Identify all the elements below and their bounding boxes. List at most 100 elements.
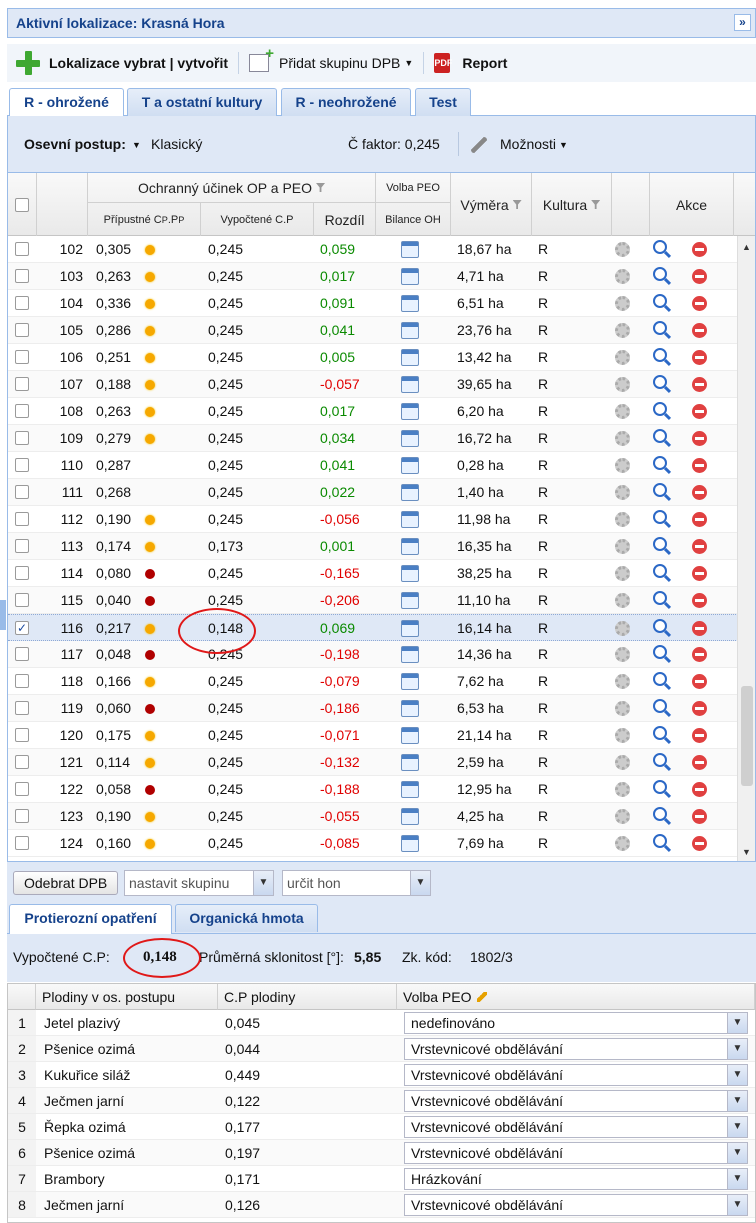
remove-icon[interactable] bbox=[692, 269, 707, 284]
table-row[interactable]: 113 0,174 0,173 0,001 16,35 ha R bbox=[8, 533, 738, 560]
remove-icon[interactable] bbox=[692, 593, 707, 608]
row-checkbox[interactable] bbox=[15, 377, 29, 391]
zoom-in-icon[interactable] bbox=[653, 294, 667, 308]
table-row[interactable]: 106 0,251 0,245 0,005 13,42 ha R bbox=[8, 344, 738, 371]
gear-icon[interactable] bbox=[615, 593, 630, 608]
table-row[interactable]: 103 0,263 0,245 0,017 4,71 ha R bbox=[8, 263, 738, 290]
scroll-down-icon[interactable]: ▼ bbox=[742, 847, 751, 857]
gear-icon[interactable] bbox=[615, 512, 630, 527]
zoom-in-icon[interactable] bbox=[653, 645, 667, 659]
remove-icon[interactable] bbox=[692, 377, 707, 392]
scroll-thumb[interactable] bbox=[741, 686, 753, 786]
gear-icon[interactable] bbox=[615, 269, 630, 284]
calendar-icon[interactable] bbox=[401, 808, 419, 825]
tab-t-ostatni[interactable]: T a ostatní kultury bbox=[127, 88, 277, 116]
remove-icon[interactable] bbox=[692, 674, 707, 689]
calendar-icon[interactable] bbox=[401, 349, 419, 366]
remove-icon[interactable] bbox=[692, 242, 707, 257]
peo-select[interactable]: Vrstevnicové obdělávání ▼ bbox=[404, 1064, 748, 1086]
calendar-icon[interactable] bbox=[401, 565, 419, 582]
zoom-in-icon[interactable] bbox=[653, 591, 667, 605]
chevron-down-icon[interactable]: ▼ bbox=[727, 1091, 747, 1111]
chevron-down-icon[interactable]: ▼ bbox=[727, 1169, 747, 1189]
zoom-in-icon[interactable] bbox=[653, 753, 667, 767]
filter-icon[interactable] bbox=[591, 200, 601, 209]
row-checkbox[interactable] bbox=[15, 431, 29, 445]
zoom-in-icon[interactable] bbox=[653, 564, 667, 578]
zoom-in-icon[interactable] bbox=[653, 619, 667, 633]
gear-icon[interactable] bbox=[615, 404, 630, 419]
grid-scrollbar[interactable]: ▲ ▼ bbox=[737, 236, 755, 861]
crop-header-cp[interactable]: C.P plodiny bbox=[218, 984, 397, 1010]
remove-icon[interactable] bbox=[692, 350, 707, 365]
gear-icon[interactable] bbox=[615, 782, 630, 797]
gear-icon[interactable] bbox=[615, 296, 630, 311]
chevron-down-icon[interactable]: ▼ bbox=[727, 1039, 747, 1059]
remove-icon[interactable] bbox=[692, 728, 707, 743]
row-checkbox[interactable]: ✓ bbox=[15, 621, 29, 635]
gear-icon[interactable] bbox=[615, 836, 630, 851]
localize-button[interactable]: Lokalizace vybrat | vytvořit bbox=[15, 50, 228, 76]
table-row[interactable]: 121 0,114 0,245 -0,132 2,59 ha R bbox=[8, 749, 738, 776]
crop-header-crop[interactable]: Plodiny v os. postupu bbox=[36, 984, 218, 1010]
remove-icon[interactable] bbox=[692, 782, 707, 797]
peo-select[interactable]: Vrstevnicové obdělávání ▼ bbox=[404, 1090, 748, 1112]
row-checkbox[interactable] bbox=[15, 836, 29, 850]
remove-icon[interactable] bbox=[692, 458, 707, 473]
calendar-icon[interactable] bbox=[401, 835, 419, 852]
table-row[interactable]: 117 0,048 0,245 -0,198 14,36 ha R bbox=[8, 641, 738, 668]
chevron-down-icon[interactable]: ▼ bbox=[727, 1143, 747, 1163]
zoom-in-icon[interactable] bbox=[653, 780, 667, 794]
remove-icon[interactable] bbox=[692, 431, 707, 446]
list-item[interactable]: 7 Brambory 0,171 Hrázkování ▼ bbox=[8, 1166, 755, 1192]
row-checkbox[interactable] bbox=[15, 350, 29, 364]
scroll-up-icon[interactable]: ▲ bbox=[742, 242, 751, 252]
calendar-icon[interactable] bbox=[401, 700, 419, 717]
calendar-icon[interactable] bbox=[401, 673, 419, 690]
zoom-in-icon[interactable] bbox=[653, 699, 667, 713]
list-item[interactable]: 6 Pšenice ozimá 0,197 Vrstevnicové obdělává… bbox=[8, 1140, 755, 1166]
gear-icon[interactable] bbox=[615, 621, 630, 636]
zoom-in-icon[interactable] bbox=[653, 483, 667, 497]
row-checkbox[interactable] bbox=[15, 728, 29, 742]
row-checkbox[interactable] bbox=[15, 485, 29, 499]
row-checkbox[interactable] bbox=[15, 809, 29, 823]
row-checkbox[interactable] bbox=[15, 512, 29, 526]
row-checkbox[interactable] bbox=[15, 269, 29, 283]
remove-icon[interactable] bbox=[692, 701, 707, 716]
row-checkbox[interactable] bbox=[15, 458, 29, 472]
calendar-icon[interactable] bbox=[401, 430, 419, 447]
filter-icon[interactable] bbox=[316, 183, 326, 192]
row-checkbox[interactable] bbox=[15, 539, 29, 553]
calendar-icon[interactable] bbox=[401, 620, 419, 637]
row-checkbox[interactable] bbox=[15, 242, 29, 256]
remove-icon[interactable] bbox=[692, 539, 707, 554]
remove-icon[interactable] bbox=[692, 647, 707, 662]
row-checkbox[interactable] bbox=[15, 404, 29, 418]
table-row[interactable]: 120 0,175 0,245 -0,071 21,14 ha R bbox=[8, 722, 738, 749]
calendar-icon[interactable] bbox=[401, 538, 419, 555]
calendar-icon[interactable] bbox=[401, 754, 419, 771]
chevron-down-icon[interactable]: ▼ bbox=[727, 1013, 747, 1033]
gear-icon[interactable] bbox=[615, 485, 630, 500]
list-item[interactable]: 8 Ječmen jarní 0,126 Vrstevnicové obděláván… bbox=[8, 1192, 755, 1218]
collapse-icon[interactable]: » bbox=[734, 14, 751, 31]
tab-r-ohrozene[interactable]: R - ohrožené bbox=[9, 88, 124, 117]
peo-select[interactable]: Vrstevnicové obdělávání ▼ bbox=[404, 1142, 748, 1164]
calendar-icon[interactable] bbox=[401, 295, 419, 312]
calendar-icon[interactable] bbox=[401, 646, 419, 663]
chevron-down-icon[interactable]: ▼ bbox=[253, 871, 273, 895]
table-row[interactable]: 109 0,279 0,245 0,034 16,72 ha R bbox=[8, 425, 738, 452]
header-select-all[interactable] bbox=[8, 173, 37, 236]
gear-icon[interactable] bbox=[615, 458, 630, 473]
zoom-in-icon[interactable] bbox=[653, 267, 667, 281]
gear-icon[interactable] bbox=[615, 377, 630, 392]
zoom-in-icon[interactable] bbox=[653, 726, 667, 740]
remove-icon[interactable] bbox=[692, 621, 707, 636]
gear-icon[interactable] bbox=[615, 755, 630, 770]
calendar-icon[interactable] bbox=[401, 511, 419, 528]
chevron-down-icon[interactable]: ▼ bbox=[727, 1065, 747, 1085]
splitter-handle[interactable] bbox=[0, 600, 6, 630]
table-row[interactable]: 104 0,336 0,245 0,091 6,51 ha R bbox=[8, 290, 738, 317]
tab-test[interactable]: Test bbox=[415, 88, 471, 116]
